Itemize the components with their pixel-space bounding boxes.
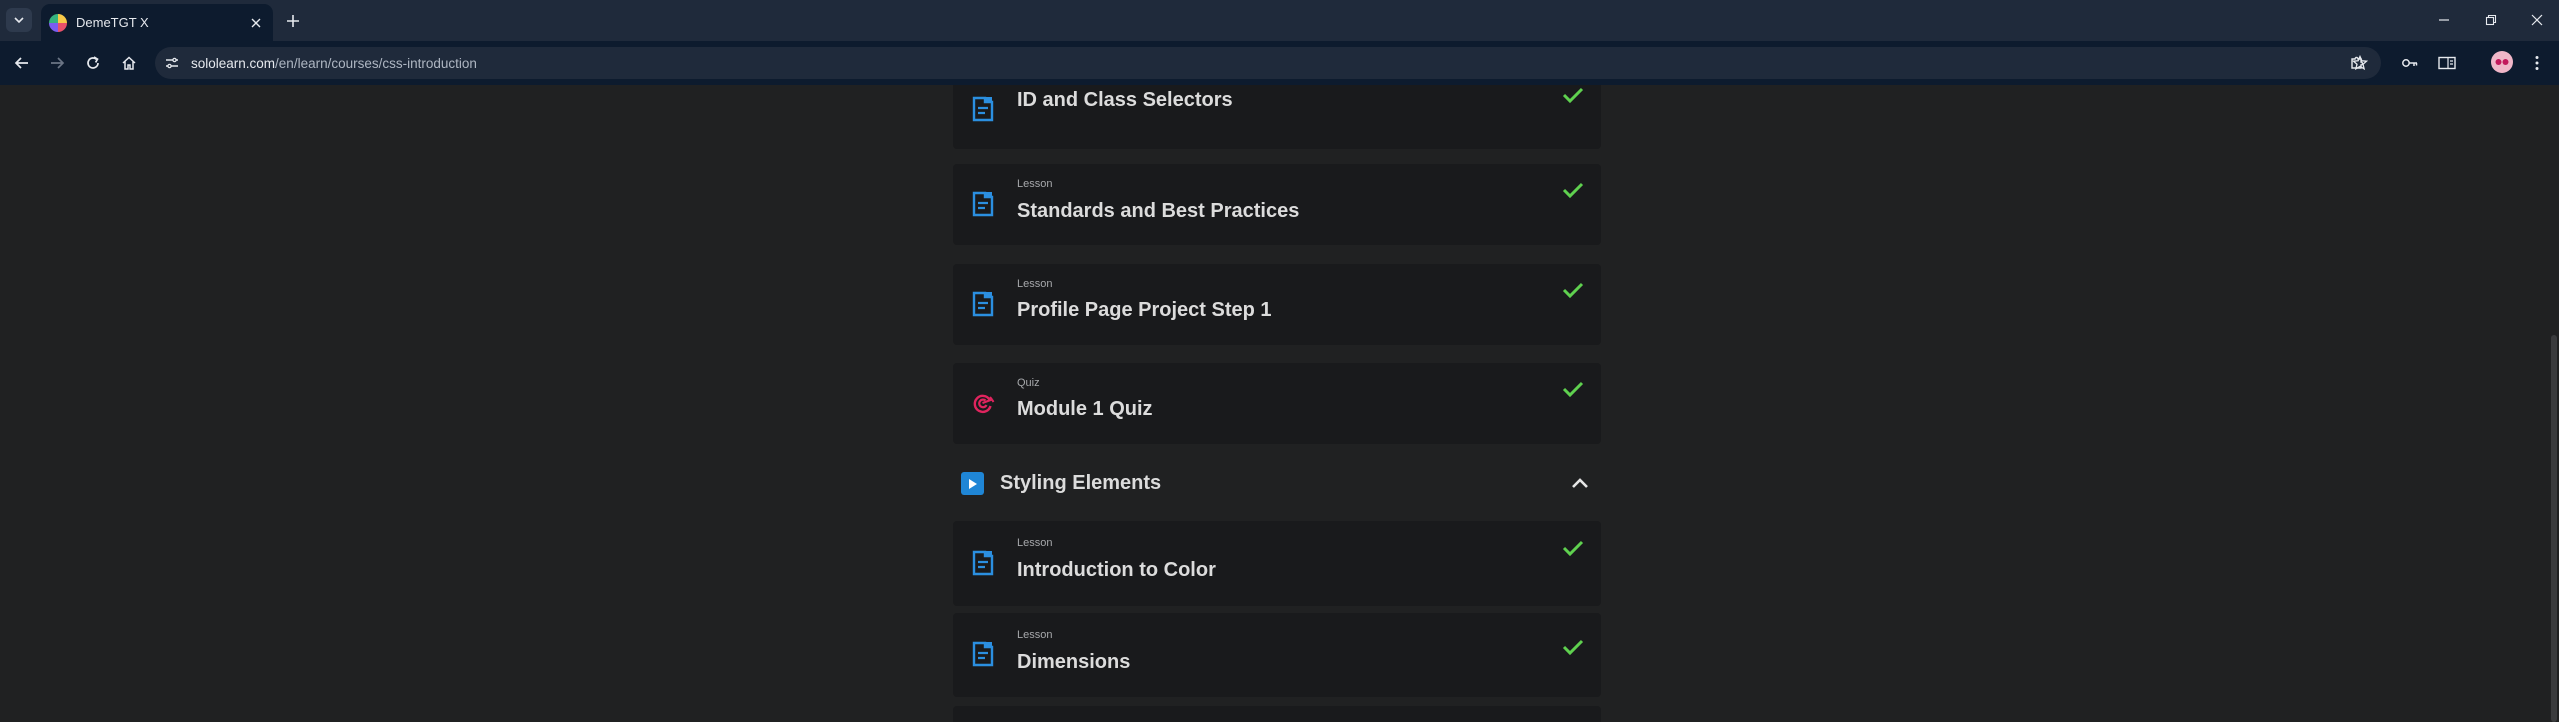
puzzle-icon [2351, 56, 2364, 69]
card-title: Profile Page Project Step 1 [1017, 299, 1272, 321]
quiz-card[interactable]: Quiz Module 1 Quiz [953, 363, 1601, 444]
card-title: Introduction to Color [1017, 559, 1216, 581]
lesson-document-icon [972, 96, 994, 122]
checkmark-icon [1562, 381, 1584, 398]
lesson-card[interactable]: Lesson ID and Class Selectors [953, 85, 1601, 149]
restore-button[interactable] [2478, 8, 2504, 32]
checkmark-icon [1562, 87, 1584, 104]
forward-button[interactable] [45, 51, 69, 75]
lesson-card[interactable]: Lesson Introduction to Color [953, 521, 1601, 606]
card-title: ID and Class Selectors [1017, 89, 1233, 111]
card-kind-label: Lesson [1017, 537, 1053, 549]
checkmark-icon [1562, 282, 1584, 299]
reload-icon [87, 56, 99, 69]
url-path: /en/learn/courses/css-introduction [275, 55, 477, 71]
back-button[interactable] [10, 51, 34, 75]
lesson-card[interactable] [953, 706, 1601, 722]
browser-toolbar: sololearn.com/en/learn/courses/css-intro… [0, 41, 2559, 85]
browser-menu-button[interactable] [2525, 51, 2549, 75]
url-text: sololearn.com/en/learn/courses/css-intro… [191, 56, 477, 71]
reload-button[interactable] [81, 51, 105, 75]
extensions-button[interactable] [2345, 51, 2369, 75]
site-info-button[interactable] [159, 50, 185, 76]
minimize-button[interactable] [2431, 8, 2457, 32]
browser-tab-strip: DemeTGT X [0, 0, 2559, 41]
lesson-document-icon [972, 291, 994, 317]
new-tab-button[interactable] [282, 10, 304, 32]
site-favicon-icon [49, 13, 67, 32]
module-title: Styling Elements [1000, 472, 1162, 494]
url-host: sololearn.com [191, 55, 276, 71]
restore-icon [2485, 14, 2497, 26]
page-scrollbar[interactable] [2551, 335, 2557, 722]
card-kind-label: Lesson [1017, 629, 1053, 641]
page-viewport: Lesson ID and Class Selectors Lesson Sta… [0, 85, 2559, 722]
chevron-down-icon [14, 17, 24, 24]
card-title: Module 1 Quiz [1017, 398, 1153, 420]
close-icon [251, 18, 261, 27]
minimize-icon [2439, 19, 2449, 21]
play-icon [961, 472, 984, 495]
chevron-up-icon[interactable] [1569, 473, 1591, 493]
home-button[interactable] [117, 51, 141, 75]
arrow-left-icon [14, 57, 28, 69]
close-icon [2531, 14, 2543, 26]
profile-avatar[interactable] [2491, 51, 2513, 73]
reading-list-icon [2438, 56, 2456, 70]
lesson-card[interactable]: Lesson Profile Page Project Step 1 [953, 264, 1601, 345]
lesson-document-icon [972, 641, 994, 667]
lesson-card[interactable]: Lesson Standards and Best Practices [953, 164, 1601, 245]
tune-icon [166, 57, 178, 69]
tab-close-button[interactable] [247, 14, 265, 32]
address-bar[interactable]: sololearn.com/en/learn/courses/css-intro… [155, 47, 2381, 79]
quiz-target-icon [973, 394, 995, 413]
plus-icon [287, 15, 299, 27]
browser-tab-active[interactable]: DemeTGT X [41, 4, 273, 41]
lesson-document-icon [972, 550, 994, 576]
module-header-styling-elements[interactable]: Styling Elements [953, 463, 1601, 503]
reading-mode-button[interactable] [2435, 51, 2459, 75]
checkmark-icon [1562, 182, 1584, 199]
card-title: Dimensions [1017, 651, 1131, 673]
lesson-document-icon [972, 191, 994, 217]
card-kind-label: Quiz [1017, 377, 1040, 389]
tab-search-button[interactable] [6, 8, 32, 32]
key-icon [2402, 59, 2418, 67]
card-title: Standards and Best Practices [1017, 200, 1300, 222]
passwords-button[interactable] [2398, 51, 2422, 75]
checkmark-icon [1562, 639, 1584, 656]
profile-face-icon [2495, 59, 2509, 65]
more-vertical-icon [2535, 56, 2539, 70]
home-icon [122, 56, 136, 70]
card-kind-label: Lesson [1017, 178, 1053, 190]
arrow-right-icon [51, 57, 65, 69]
card-kind-label: Lesson [1017, 278, 1053, 290]
lesson-card[interactable]: Lesson Dimensions [953, 613, 1601, 697]
close-window-button[interactable] [2524, 8, 2550, 32]
checkmark-icon [1562, 540, 1584, 557]
tab-title: DemeTGT X [76, 15, 149, 30]
